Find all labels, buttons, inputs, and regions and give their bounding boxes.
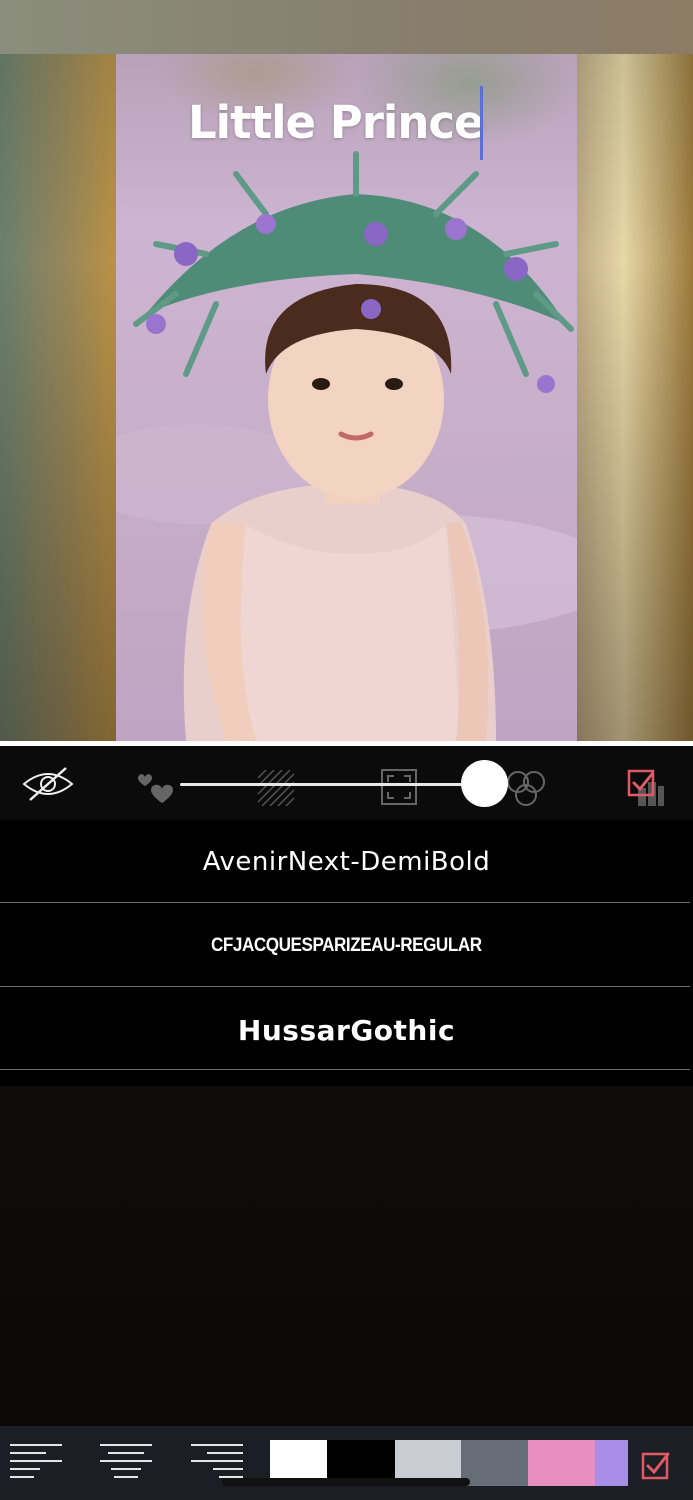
font-item-avenir[interactable]: AvenirNext-DemiBold [0,820,693,904]
portrait-illustration [116,151,577,741]
font-item-label: AvenirNext-DemiBold [202,847,491,877]
swatch-lavender[interactable] [595,1440,628,1486]
row-divider [0,902,690,903]
check-layers-icon[interactable] [626,768,666,812]
frame-icon[interactable] [380,768,418,810]
font-list-empty-area [0,1086,693,1426]
photo-layer[interactable]: Little Prince [116,54,577,741]
font-item-jacques[interactable]: CFJacquesParizeau-Regular [0,904,693,988]
pattern-texture-icon[interactable] [257,769,295,810]
home-indicator [222,1478,470,1486]
hearts-icon[interactable] [136,768,176,810]
font-item-label: HussarGothic [237,1013,456,1047]
font-item-hussar[interactable]: HussarGothic [0,988,693,1072]
font-item-label: CFJacquesParizeau-Regular [211,935,482,956]
opacity-slider-knob[interactable] [461,760,508,807]
eye-off-icon[interactable] [20,764,76,808]
row-divider [0,1069,690,1070]
opacity-slider-track[interactable] [180,783,486,786]
text-cursor [480,86,483,160]
align-center-icon[interactable] [100,1443,152,1483]
swatch-pink[interactable] [528,1440,595,1486]
swatch-dark-gray[interactable] [461,1440,528,1486]
circles-blend-icon[interactable] [505,768,547,812]
align-left-icon[interactable] [10,1443,62,1483]
check-box-icon[interactable] [641,1450,671,1480]
status-bar-area [0,0,693,54]
row-divider [0,986,690,987]
overlay-text[interactable]: Little Prince [188,96,485,149]
editor-canvas[interactable]: Little Prince [0,54,693,741]
align-right-icon[interactable] [191,1443,243,1483]
